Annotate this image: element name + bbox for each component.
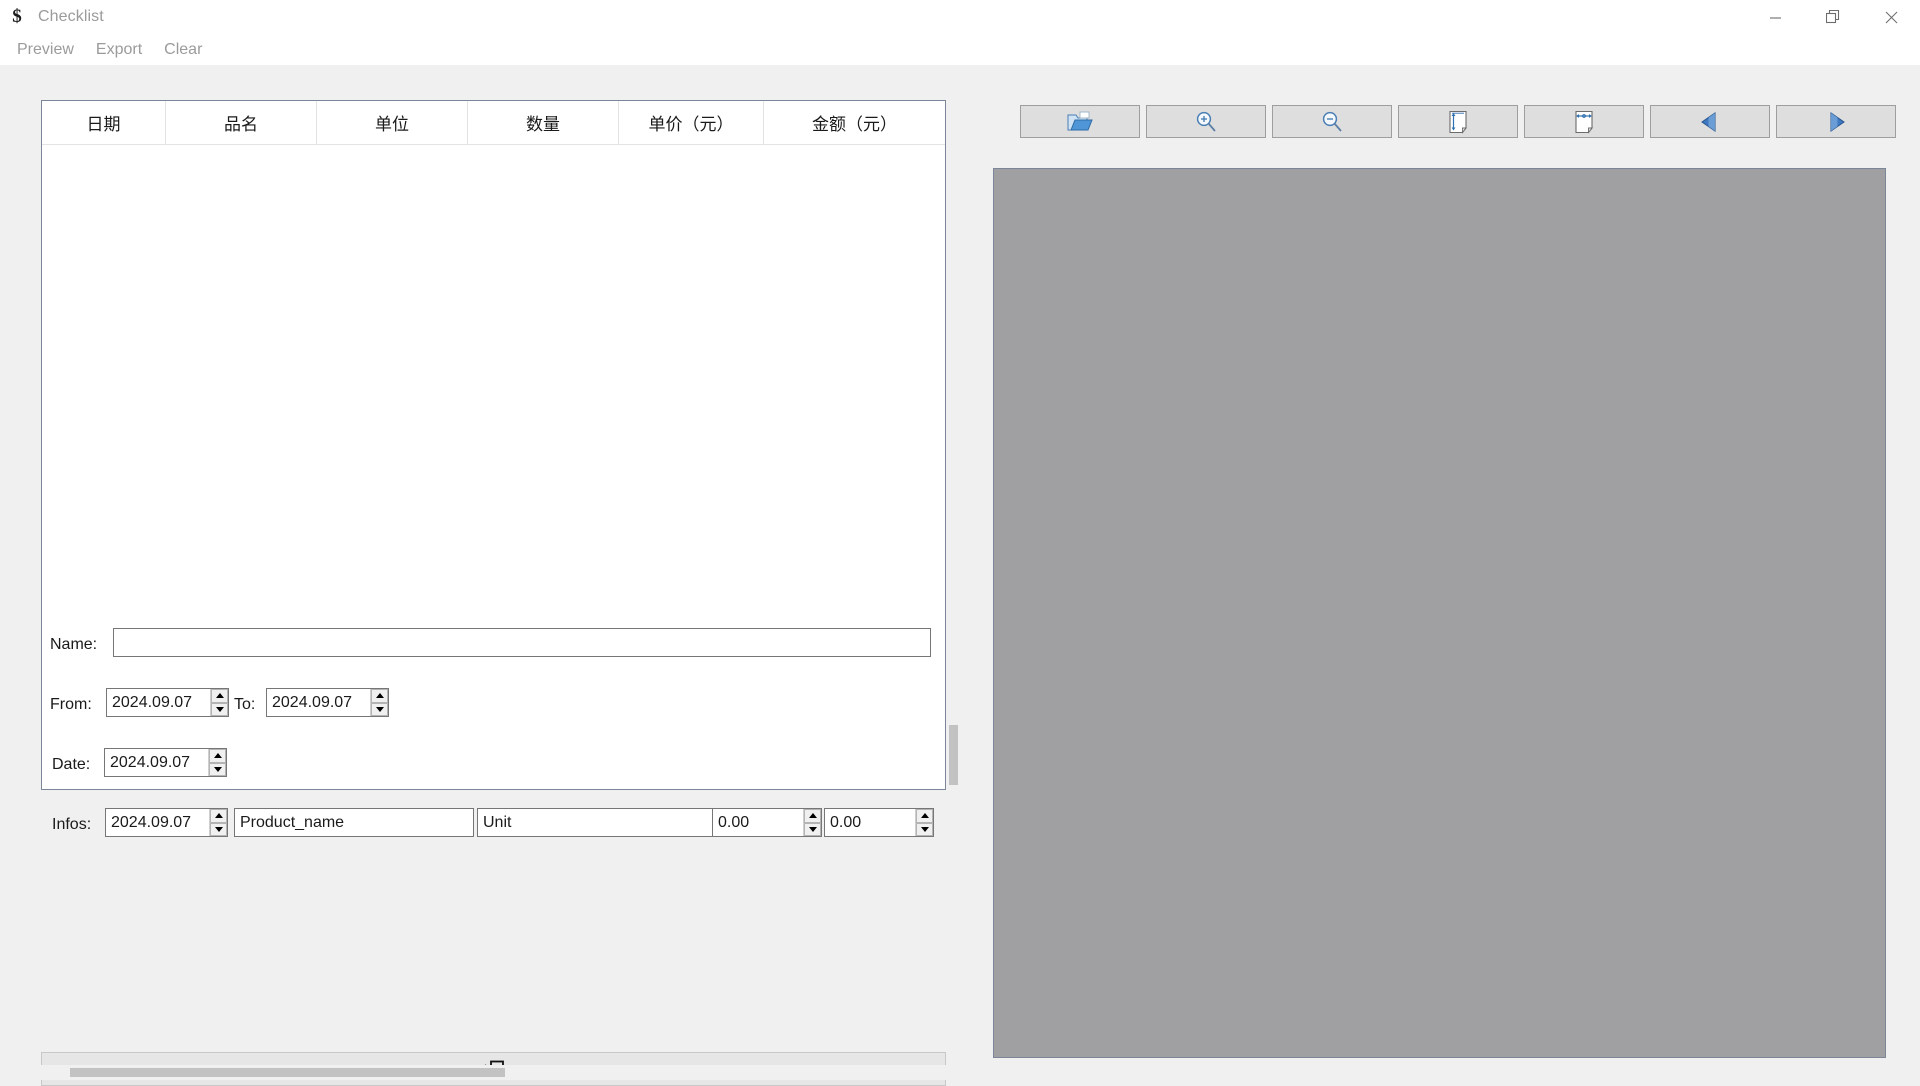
main-content: 日期 品名 单位 数量 单价（元） 金额（元） Name: From: 2024.09.0… — [0, 65, 1920, 1086]
table-column-header[interactable]: 金额（元） — [764, 101, 945, 144]
chevron-down-icon — [213, 766, 222, 772]
chevron-up-icon — [920, 813, 929, 819]
table-column-header[interactable]: 日期 — [42, 101, 166, 144]
chevron-down-icon — [375, 706, 384, 712]
table-column-header[interactable]: 品名 — [166, 101, 317, 144]
date-label: Date: — [52, 756, 91, 773]
infos-product-name-input[interactable]: Product_name — [234, 808, 474, 837]
name-label: Name: — [50, 636, 98, 653]
menu-bar: Preview Export Clear — [0, 34, 1920, 65]
infos-label: Infos: — [52, 816, 92, 833]
fit-height-icon — [1449, 110, 1467, 134]
next-page-button[interactable] — [1776, 105, 1896, 138]
infos-date-step-down[interactable] — [210, 822, 227, 836]
chevron-down-icon — [215, 706, 224, 712]
chevron-down-icon — [920, 826, 929, 832]
fit-height-button[interactable] — [1398, 105, 1518, 138]
zoom-in-button[interactable] — [1146, 105, 1266, 138]
chevron-down-icon — [214, 826, 223, 832]
previous-page-button[interactable] — [1650, 105, 1770, 138]
to-date-step-down[interactable] — [371, 702, 388, 716]
date-spinner[interactable]: 2024.09.07 — [104, 748, 227, 777]
previous-page-icon — [1701, 111, 1716, 132]
fit-width-icon — [1575, 110, 1593, 134]
dollar-sign-icon: $ — [12, 6, 22, 27]
table-column-header[interactable]: 数量 — [468, 101, 619, 144]
infos-unit-price-step-up[interactable] — [804, 809, 821, 823]
from-date-value: 2024.09.07 — [112, 693, 193, 711]
from-label: From: — [50, 696, 92, 713]
chevron-up-icon — [214, 813, 223, 819]
document-preview-area[interactable] — [993, 168, 1886, 1058]
title-bar: $ Checklist — [0, 0, 1920, 34]
horizontal-scrollbar-thumb[interactable] — [70, 1068, 505, 1077]
name-input[interactable] — [113, 628, 931, 657]
infos-amount-spinner[interactable]: 0.00 — [824, 808, 934, 837]
table-column-header[interactable]: 单价（元） — [619, 101, 764, 144]
zoom-in-icon — [1196, 111, 1216, 132]
to-label: To: — [234, 696, 256, 713]
menu-item-preview[interactable]: Preview — [8, 38, 83, 62]
table-header-row: 日期 品名 单位 数量 单价（元） 金额（元） — [42, 101, 945, 145]
zoom-out-icon — [1322, 111, 1342, 132]
infos-unit-price-spinner[interactable]: 0.00 — [712, 808, 822, 837]
chevron-down-icon — [808, 826, 817, 832]
chevron-up-icon — [215, 693, 224, 699]
infos-date-value: 2024.09.07 — [111, 813, 192, 831]
infos-unit-price-step-down[interactable] — [804, 822, 821, 836]
to-date-spinner[interactable]: 2024.09.07 — [266, 688, 389, 717]
to-date-step-up[interactable] — [371, 689, 388, 703]
from-date-spinner[interactable]: 2024.09.07 — [106, 688, 229, 717]
zoom-out-button[interactable] — [1272, 105, 1392, 138]
from-date-stepper[interactable] — [210, 689, 228, 716]
infos-amount-stepper[interactable] — [915, 809, 933, 836]
infos-amount-step-up[interactable] — [916, 809, 933, 823]
minimize-icon[interactable] — [1746, 0, 1804, 34]
close-icon[interactable] — [1862, 0, 1920, 34]
date-value: 2024.09.07 — [110, 753, 191, 771]
fit-width-button[interactable] — [1524, 105, 1644, 138]
infos-date-step-up[interactable] — [210, 809, 227, 823]
to-date-value: 2024.09.07 — [272, 693, 353, 711]
infos-date-stepper[interactable] — [209, 809, 227, 836]
chevron-up-icon — [808, 813, 817, 819]
to-date-stepper[interactable] — [370, 689, 388, 716]
menu-item-clear[interactable]: Clear — [155, 38, 211, 62]
menu-item-export[interactable]: Export — [87, 38, 151, 62]
table-column-header[interactable]: 单位 — [317, 101, 468, 144]
checklist-table: 日期 品名 单位 数量 单价（元） 金额（元） — [41, 100, 946, 790]
chevron-up-icon — [375, 693, 384, 699]
open-folder-icon — [1067, 111, 1093, 130]
date-step-up[interactable] — [209, 749, 226, 763]
chevron-up-icon — [213, 753, 222, 759]
table-vertical-scrollbar-thumb[interactable] — [949, 725, 958, 785]
next-page-icon — [1830, 111, 1845, 132]
infos-unit-input[interactable]: Unit — [477, 808, 713, 837]
date-step-down[interactable] — [209, 762, 226, 776]
date-stepper[interactable] — [208, 749, 226, 776]
infos-unit-price-value: 0.00 — [718, 813, 750, 831]
infos-date-spinner[interactable]: 2024.09.07 — [105, 808, 228, 837]
table-vertical-scrollbar[interactable] — [946, 100, 961, 790]
window-controls — [1746, 0, 1920, 34]
from-date-step-down[interactable] — [211, 702, 228, 716]
from-date-step-up[interactable] — [211, 689, 228, 703]
open-file-button[interactable] — [1020, 105, 1140, 138]
infos-amount-value: 0.00 — [830, 813, 862, 831]
window-title: Checklist — [38, 8, 104, 25]
restore-icon[interactable] — [1804, 0, 1862, 34]
infos-amount-step-down[interactable] — [916, 822, 933, 836]
infos-unit-price-stepper[interactable] — [803, 809, 821, 836]
